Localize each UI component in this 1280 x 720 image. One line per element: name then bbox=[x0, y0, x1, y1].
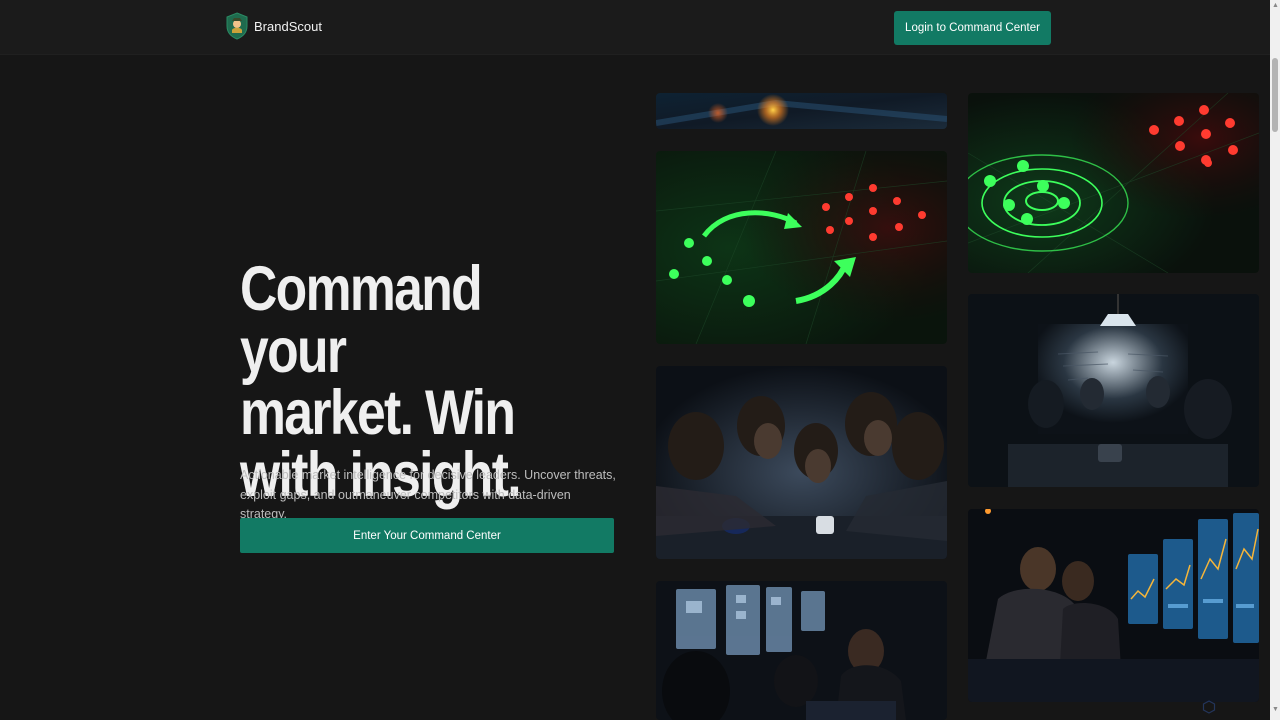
login-button[interactable]: Login to Command Center bbox=[894, 11, 1051, 45]
bokeh-lights-image bbox=[656, 93, 947, 129]
scroll-down-icon[interactable]: ▼ bbox=[1272, 706, 1279, 713]
enter-command-center-button[interactable]: Enter Your Command Center bbox=[240, 518, 614, 553]
dark-office-image bbox=[656, 581, 947, 720]
radar-targets-image bbox=[968, 93, 1259, 273]
brand-name: BrandScout bbox=[254, 18, 322, 34]
scroll-up-icon[interactable]: ▲ bbox=[1272, 2, 1279, 9]
brandscout-logo-icon bbox=[226, 12, 248, 40]
scrollbar-thumb[interactable] bbox=[1272, 58, 1278, 132]
strategy-arrows-image bbox=[656, 151, 947, 344]
hexagon-icon[interactable] bbox=[1202, 700, 1216, 714]
trading-screens-image bbox=[968, 509, 1259, 702]
brand[interactable]: BrandScout bbox=[226, 12, 322, 40]
hero-subtitle: Actionable market intelligence for decis… bbox=[240, 468, 616, 521]
whiteboard-meeting-image bbox=[968, 294, 1259, 487]
landing-page: BrandScout Login to Command Center Comma… bbox=[0, 0, 1280, 720]
top-navigation-bar: BrandScout Login to Command Center bbox=[0, 0, 1270, 55]
vertical-scrollbar[interactable]: ▲ ▼ bbox=[1270, 0, 1280, 720]
team-huddle-image bbox=[656, 366, 947, 559]
